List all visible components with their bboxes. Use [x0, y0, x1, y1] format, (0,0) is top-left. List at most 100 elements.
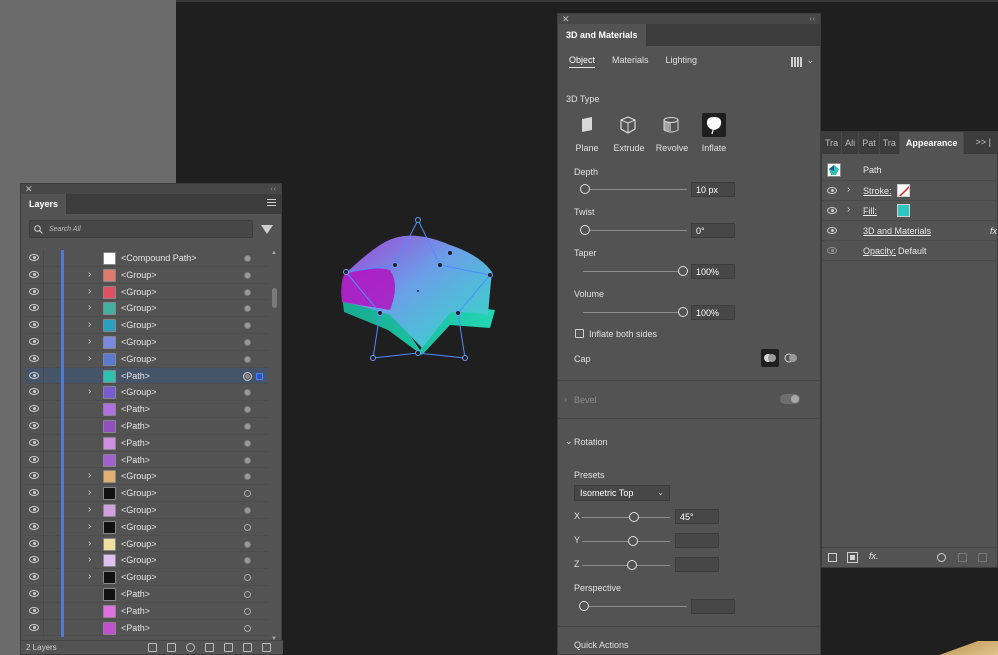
layer-row[interactable]: › <Group> [25, 501, 268, 519]
chevron-right-icon[interactable]: › [88, 487, 91, 498]
stroke-label[interactable]: Stroke: [863, 186, 892, 196]
chevron-right-icon[interactable]: › [88, 336, 91, 347]
lock-column[interactable] [43, 451, 44, 469]
eye-icon[interactable] [29, 421, 39, 429]
lock-column[interactable] [43, 501, 44, 519]
filter-icon[interactable] [261, 224, 273, 234]
twist-slider-track[interactable] [583, 230, 687, 231]
lock-column[interactable] [43, 401, 44, 419]
target-icon[interactable] [244, 422, 251, 430]
target-icon[interactable] [244, 490, 251, 498]
perspective-slider-knob[interactable] [579, 601, 589, 611]
layer-row[interactable]: › <Group> [25, 468, 268, 486]
layer-row[interactable]: <Path> [25, 401, 268, 419]
layer-row-label[interactable]: <Path> [121, 404, 150, 414]
layer-row[interactable]: › <Group> [25, 485, 268, 503]
y-slider-track[interactable] [582, 541, 670, 542]
chevron-right-icon[interactable]: › [88, 521, 91, 532]
lock-column[interactable] [43, 585, 44, 603]
lock-column[interactable] [43, 367, 44, 385]
layer-row[interactable]: <Path> [25, 585, 268, 603]
layer-row-label[interactable]: <Path> [121, 421, 150, 431]
chevron-right-icon[interactable]: › [88, 504, 91, 515]
3d-materials-effect-link[interactable]: 3D and Materials [863, 226, 931, 236]
eye-icon[interactable] [827, 187, 837, 194]
eye-icon[interactable] [29, 287, 39, 295]
layer-row-label[interactable]: <Group> [121, 303, 157, 313]
depth-value-field[interactable]: 10 px [691, 182, 735, 197]
eye-icon[interactable] [29, 270, 39, 278]
new-sublayer-icon[interactable] [224, 643, 233, 652]
tab-appearance[interactable]: Appearance [899, 132, 965, 154]
subtab-object[interactable]: Object [569, 55, 596, 68]
layer-row-label[interactable]: <Group> [121, 354, 157, 364]
z-value-field[interactable] [675, 557, 719, 572]
lock-column[interactable] [43, 602, 44, 620]
new-layer-icon[interactable] [243, 643, 252, 652]
target-icon[interactable] [244, 590, 251, 598]
layer-row[interactable]: › <Group> [25, 333, 268, 351]
layer-row[interactable]: <Path> [25, 451, 268, 469]
opacity-label[interactable]: Opacity: [863, 246, 896, 256]
scrollbar-thumb[interactable] [272, 288, 277, 308]
subtab-lighting[interactable]: Lighting [666, 55, 698, 67]
close-icon[interactable]: ✕ [25, 184, 33, 194]
volume-slider-knob[interactable] [678, 307, 688, 317]
scroll-up-icon[interactable]: ▲ [271, 250, 277, 256]
cap-on-button[interactable] [761, 349, 779, 367]
target-icon[interactable] [244, 473, 251, 481]
layer-row-label[interactable]: <Group> [121, 471, 157, 481]
tab-transform[interactable]: Tra [822, 132, 843, 154]
layer-row-label[interactable]: <Path> [121, 438, 150, 448]
target-icon[interactable] [244, 439, 251, 447]
chevron-right-icon[interactable]: › [88, 571, 91, 582]
close-icon[interactable]: ✕ [562, 14, 570, 24]
target-icon[interactable] [244, 288, 251, 296]
target-icon[interactable] [244, 506, 251, 514]
layer-row-label[interactable]: <Group> [121, 555, 157, 565]
layer-row[interactable]: › <Group> [25, 518, 268, 536]
eye-icon[interactable] [29, 254, 39, 261]
duplicate-item-icon[interactable] [958, 553, 967, 562]
z-slider-track[interactable] [582, 565, 670, 566]
lock-column[interactable] [43, 350, 44, 368]
depth-slider-knob[interactable] [580, 184, 590, 194]
selection-indicator[interactable] [256, 372, 263, 380]
layer-row-label[interactable]: <Group> [121, 387, 157, 397]
layer-row[interactable]: › <Group> [25, 350, 268, 368]
y-value-field[interactable] [675, 533, 719, 548]
chevron-right-icon[interactable]: › [88, 286, 91, 297]
tab-align[interactable]: Ali [842, 132, 860, 154]
layer-row[interactable]: › <Group> [25, 300, 268, 318]
layer-row[interactable]: <Compound Path> [25, 250, 268, 267]
layer-row-label[interactable]: <Path> [121, 623, 150, 633]
chevron-right-icon[interactable]: › [88, 554, 91, 565]
lock-column[interactable] [43, 619, 44, 637]
target-icon[interactable] [243, 371, 252, 381]
y-slider-knob[interactable] [628, 536, 638, 546]
layer-row[interactable]: › <Group> [25, 552, 268, 570]
layer-row[interactable]: › <Group> [25, 535, 268, 553]
add-stroke-icon[interactable] [828, 553, 837, 562]
target-icon[interactable] [244, 255, 251, 262]
target-icon[interactable] [244, 624, 251, 632]
lock-column[interactable] [43, 468, 44, 486]
tab-transparency[interactable]: Tra [880, 132, 900, 154]
layer-row-label[interactable]: <Path> [121, 589, 150, 599]
eye-icon[interactable] [29, 321, 39, 329]
tab-3d-materials[interactable]: 3D and Materials [558, 24, 647, 46]
expand-tabs-icon[interactable]: >> | [976, 137, 991, 147]
fill-swatch[interactable] [897, 204, 910, 217]
lock-column[interactable] [43, 384, 44, 402]
perspective-value-field[interactable] [691, 599, 735, 614]
effect-row[interactable]: 3D and Materials fx [822, 221, 998, 241]
chevron-right-icon[interactable]: › [88, 302, 91, 313]
volume-value-field[interactable]: 100% [691, 305, 735, 320]
opacity-row[interactable]: Opacity: Default [822, 241, 998, 261]
layer-row[interactable]: <Path> [25, 619, 268, 637]
inflate-both-sides-checkbox[interactable] [575, 329, 584, 338]
add-fill-icon[interactable] [847, 552, 858, 563]
tab-layers[interactable]: Layers [21, 194, 68, 214]
layer-row-label[interactable]: <Group> [121, 488, 157, 498]
rotation-chevron-icon[interactable]: ⌄ [565, 436, 573, 447]
